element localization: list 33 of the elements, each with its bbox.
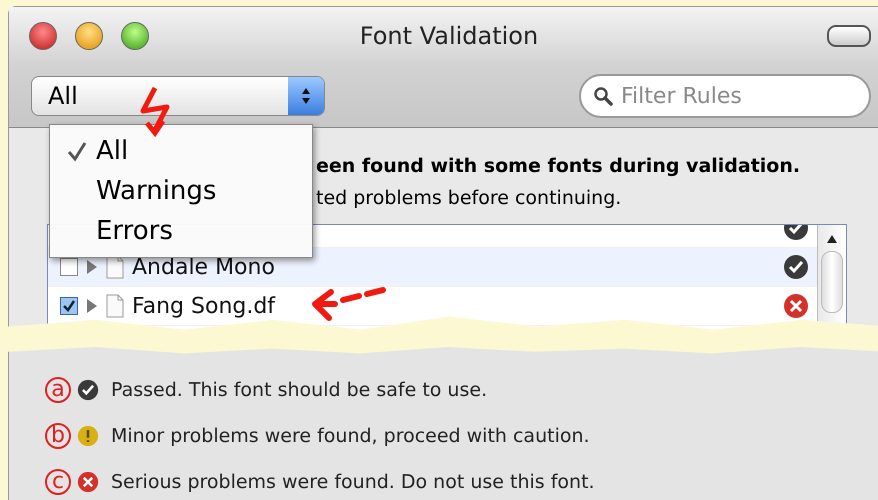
zoom-button[interactable] [121,22,149,50]
close-button[interactable] [29,22,57,50]
message-text: een found with some fonts during validation. [316,154,802,179]
checkbox[interactable] [60,258,78,276]
disclosure-triangle-icon[interactable] [86,259,98,275]
error-icon [77,471,99,493]
legend-text: Passed. This font should be safe to use. [111,379,488,401]
window-title: Font Validation [360,22,538,50]
checkbox[interactable] [60,297,78,315]
letter-badge: b [45,423,71,449]
menu-item[interactable]: Warnings [50,171,312,211]
font-name: Andale Mono [132,254,275,280]
document-icon [106,294,124,318]
legend-text: Minor problems were found, proceed with caution. [111,425,590,447]
warning-icon [77,425,99,447]
font-name: Fang Song.df [132,294,276,318]
filter-popup[interactable]: All [31,76,325,116]
disclosure-triangle-icon[interactable] [86,298,98,314]
search-icon [593,86,613,106]
checkmark-icon [77,379,99,401]
menu-item[interactable]: Errors [50,211,312,251]
toolbar-toggle-button[interactable] [827,25,871,47]
message-text: ted problems before continuing. [316,186,622,211]
stepper-icon [288,77,324,115]
search-field[interactable]: Filter Rules [579,74,871,118]
scroll-up-arrow-icon[interactable] [825,233,839,245]
menu-item[interactable]: All [50,131,312,171]
checkmark-icon [783,254,809,280]
legend-text: Serious problems were found. Do not use this font. [111,471,595,493]
minimize-button[interactable] [75,22,103,50]
letter-badge: c [45,469,71,495]
error-icon [783,293,809,319]
letter-badge: a [45,377,71,403]
